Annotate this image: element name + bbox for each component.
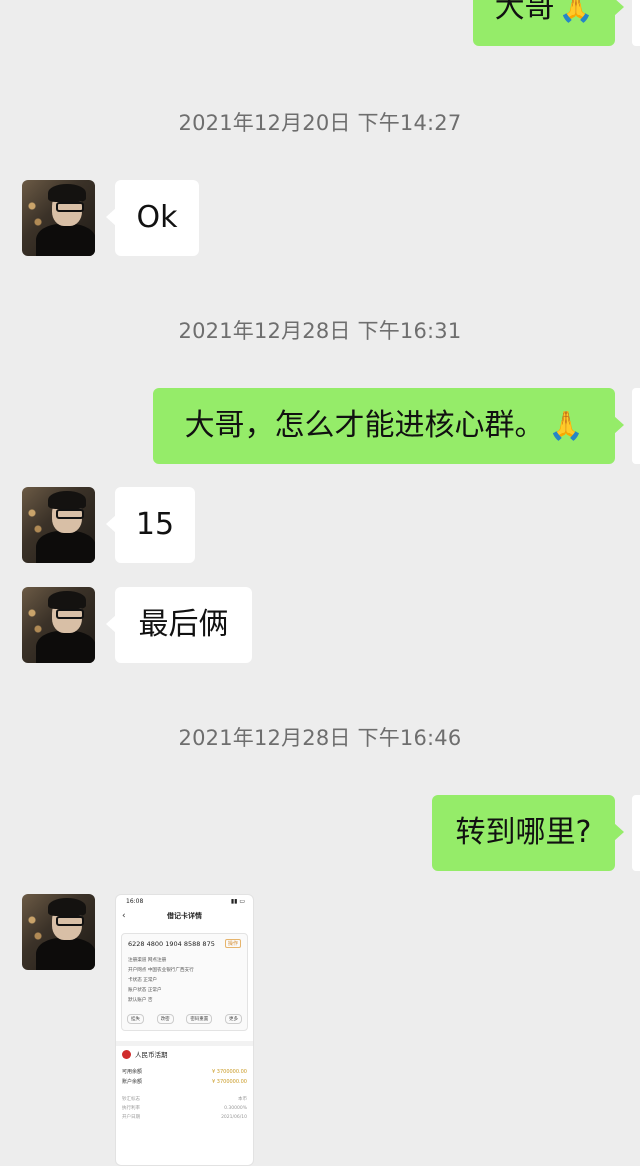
balance-value: ¥ 3700000.00 bbox=[212, 1079, 247, 1085]
card-action: 改密 bbox=[156, 1014, 174, 1024]
message-timestamp: 2021年12月20日 下午14:27 bbox=[178, 111, 462, 135]
my-avatar[interactable] bbox=[632, 388, 640, 464]
extra-value: 2021/06/10 bbox=[221, 1115, 247, 1120]
card-action-buttons: 挂失 改密 密码重置 更多 bbox=[127, 1014, 242, 1024]
extra-value: 本币 bbox=[238, 1097, 247, 1102]
received-message-bubble[interactable]: 最后俩 bbox=[106, 587, 252, 663]
received-message-bubble[interactable]: Ok bbox=[106, 180, 199, 256]
screenshot-time: 16:08 bbox=[126, 898, 144, 905]
contact-avatar[interactable] bbox=[22, 180, 95, 256]
message-text: 转到哪里? bbox=[455, 815, 592, 850]
extra-label: 开户日期 bbox=[122, 1115, 140, 1120]
currency-label: 人民币活期 bbox=[135, 1051, 168, 1059]
divider bbox=[116, 1041, 253, 1046]
card-info-row: 注册渠道 网点注册 bbox=[128, 958, 167, 963]
available-label: 可用余额 bbox=[122, 1069, 143, 1075]
message-text: 大哥 bbox=[494, 0, 555, 25]
contact-avatar[interactable] bbox=[22, 587, 95, 663]
available-value: ¥ 3700000.00 bbox=[212, 1069, 247, 1075]
card-info-rows: 注册渠道 网点注册 开户网点 中国农业银行广西支行 卡状态 正常户 账户状态 正… bbox=[128, 956, 194, 1006]
extra-value: 0.30000% bbox=[224, 1106, 247, 1111]
signal-battery-icon: ▮▮ ▭ bbox=[230, 898, 245, 905]
my-avatar[interactable] bbox=[632, 0, 640, 46]
balance-section: 可用余额 ¥ 3700000.00 账户余额 ¥ 3700000.00 bbox=[122, 1067, 247, 1087]
sent-message-bubble[interactable]: 转到哪里? bbox=[432, 795, 624, 871]
screenshot-status-bar: 16:08 ▮▮ ▭ bbox=[126, 898, 245, 905]
contact-avatar[interactable] bbox=[22, 487, 95, 563]
contact-avatar[interactable] bbox=[22, 894, 95, 970]
message-text: Ok bbox=[136, 200, 178, 235]
message-timestamp: 2021年12月28日 下午16:46 bbox=[178, 726, 462, 750]
card-tag: 操作 bbox=[224, 939, 241, 948]
card-info-row: 默认账户 否 bbox=[128, 998, 153, 1003]
card-action: 密码重置 bbox=[186, 1014, 213, 1024]
message-text: 大哥，怎么才能进核心群。 bbox=[184, 408, 545, 443]
extra-label: 钞汇标志 bbox=[122, 1097, 140, 1102]
card-info-row: 账户状态 正常户 bbox=[128, 988, 162, 993]
pray-emoji-icon: 🙏 bbox=[558, 0, 594, 24]
message-text: 最后俩 bbox=[138, 607, 229, 642]
extra-label: 执行利率 bbox=[122, 1106, 140, 1111]
debit-card-panel: 6228 4800 1904 8588 875 操作 注册渠道 网点注册 开户网… bbox=[121, 933, 248, 1031]
card-info-row: 卡状态 正常户 bbox=[128, 978, 158, 983]
sent-message-bubble[interactable]: 大哥 🙏 bbox=[473, 0, 624, 46]
sent-message-bubble[interactable]: 大哥，怎么才能进核心群。 🙏 bbox=[153, 388, 624, 464]
received-message-bubble[interactable]: 15 bbox=[106, 487, 195, 563]
card-action: 更多 bbox=[224, 1014, 242, 1024]
card-action: 挂失 bbox=[127, 1014, 144, 1024]
extra-info: 钞汇标志 本币 执行利率 0.30000% 开户日期 2021/06/10 bbox=[122, 1095, 247, 1122]
screenshot-title: 借记卡详情 bbox=[167, 912, 202, 920]
rmb-icon bbox=[122, 1049, 131, 1059]
pray-emoji-icon: 🙏 bbox=[548, 409, 584, 442]
message-text: 15 bbox=[135, 507, 175, 542]
currency-row: 人民币活期 bbox=[122, 1049, 168, 1059]
card-info-row: 开户网点 中国农业银行广西支行 bbox=[128, 968, 194, 973]
image-message-bank-card-screenshot[interactable]: 16:08 ▮▮ ▭ ‹ 借记卡详情 6228 4800 1904 8588 8… bbox=[115, 894, 254, 1166]
card-number: 6228 4800 1904 8588 875 bbox=[128, 940, 215, 948]
message-timestamp: 2021年12月28日 下午16:31 bbox=[178, 319, 462, 343]
my-avatar[interactable] bbox=[632, 795, 640, 871]
balance-label: 账户余额 bbox=[122, 1079, 143, 1085]
